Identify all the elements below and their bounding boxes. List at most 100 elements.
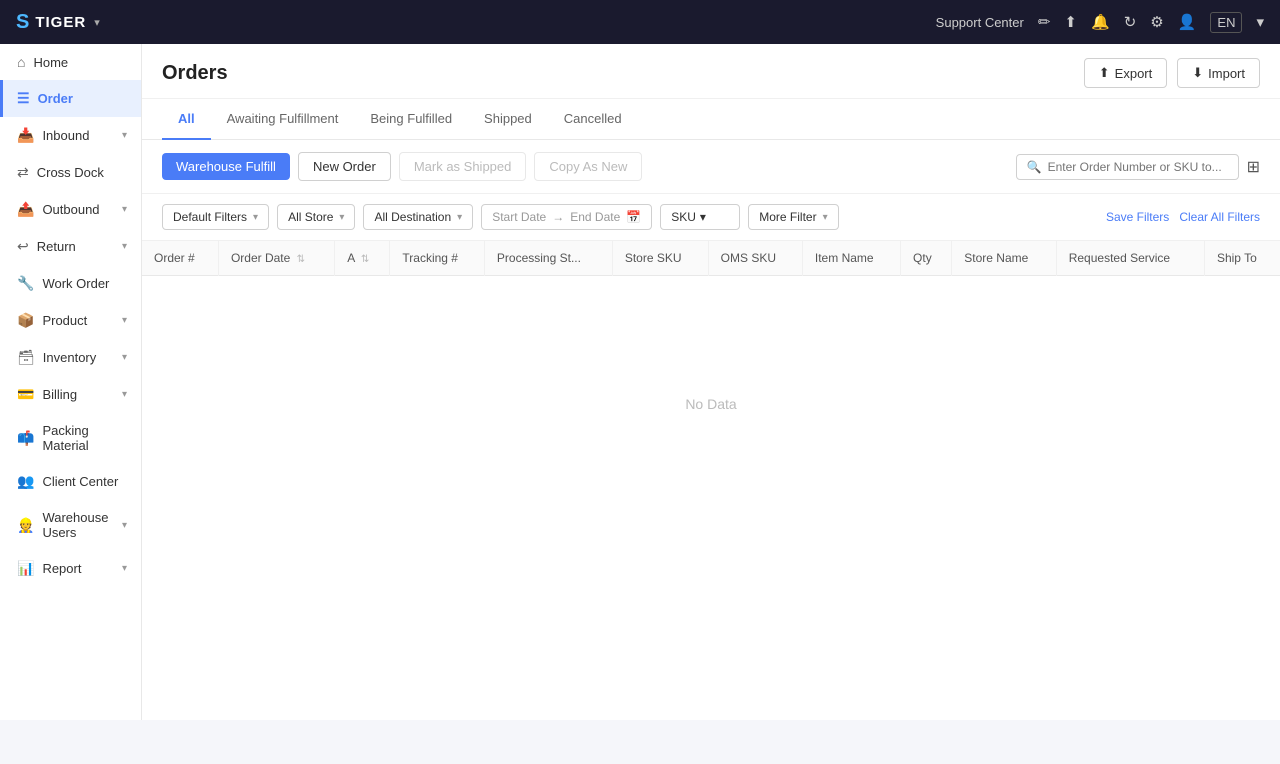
col-tracking: Tracking # [390, 241, 485, 276]
sidebar-item-inbound[interactable]: 📥 Inbound ▾ [0, 117, 141, 154]
col-qty: Qty [901, 241, 952, 276]
lang-chevron-icon[interactable]: ▾ [1256, 13, 1264, 31]
inventory-chevron-icon: ▾ [122, 352, 127, 363]
calendar-icon: 📅 [626, 210, 641, 224]
orders-table: Order # Order Date ⇅ A ⇅ Tracking # [142, 241, 1280, 532]
product-chevron-icon: ▾ [122, 315, 127, 326]
warehouse-fulfill-button[interactable]: Warehouse Fulfill [162, 153, 290, 180]
share-icon[interactable]: ⬆ [1064, 13, 1077, 31]
mark-as-shipped-button[interactable]: Mark as Shipped [399, 152, 527, 181]
more-filter-caret-icon: ▾ [823, 212, 828, 223]
sku-select[interactable]: SKU ▾ [660, 204, 740, 230]
order-search-box[interactable]: 🔍 [1016, 154, 1239, 180]
outbound-icon: 📤 [17, 201, 34, 218]
all-store-select[interactable]: All Store ▾ [277, 204, 355, 230]
sku-caret-icon: ▾ [700, 210, 706, 224]
tab-all[interactable]: All [162, 99, 211, 140]
tab-awaiting-fulfillment[interactable]: Awaiting Fulfillment [211, 99, 355, 140]
all-store-caret-icon: ▾ [339, 212, 344, 223]
col-requested-service: Requested Service [1056, 241, 1204, 276]
more-filter-select[interactable]: More Filter ▾ [748, 204, 838, 230]
header-actions: ⬆ Export ⬇ Import [1084, 58, 1260, 88]
date-range-picker[interactable]: Start Date → End Date 📅 [481, 204, 652, 230]
bell-icon[interactable]: 🔔 [1091, 13, 1110, 31]
sidebar-label-warehouse-users: Warehouse Users [42, 510, 122, 540]
sidebar-item-client-center[interactable]: 👥 Client Center [0, 463, 141, 500]
search-input[interactable] [1048, 160, 1228, 174]
order-icon: ☰ [17, 90, 30, 107]
sidebar-label-order: Order [38, 91, 73, 106]
tabs-bar: All Awaiting Fulfillment Being Fulfilled… [142, 99, 1280, 140]
sidebar-item-cross-dock[interactable]: ⇄ Cross Dock [0, 154, 141, 191]
search-icon: 🔍 [1027, 160, 1042, 174]
sidebar-item-product[interactable]: 📦 Product ▾ [0, 302, 141, 339]
sidebar-item-return[interactable]: ↩ Return ▾ [0, 228, 141, 265]
sidebar-item-billing[interactable]: 💳 Billing ▾ [0, 376, 141, 413]
toolbar-right: 🔍 ⊞ [1016, 154, 1260, 180]
app-name: TIGER [35, 14, 86, 31]
sidebar-label-report: Report [42, 561, 81, 576]
sidebar-item-warehouse-users[interactable]: 👷 Warehouse Users ▾ [0, 500, 141, 550]
tab-cancelled[interactable]: Cancelled [548, 99, 638, 140]
sidebar-item-report[interactable]: 📊 Report ▾ [0, 550, 141, 587]
warehouse-users-chevron-icon: ▾ [122, 520, 127, 531]
top-navigation: S TIGER ▾ Support Center ✏ ⬆ 🔔 ↻ ⚙ 👤 EN … [0, 0, 1280, 44]
work-order-icon: 🔧 [17, 275, 34, 292]
client-icon: 👥 [17, 473, 34, 490]
col-order-num: Order # [142, 241, 218, 276]
new-order-button[interactable]: New Order [298, 152, 391, 181]
home-icon: ⌂ [17, 54, 25, 70]
col-item-name: Item Name [802, 241, 900, 276]
sidebar-item-inventory[interactable]: 🗃 Inventory ▾ [0, 339, 141, 376]
sidebar-item-order[interactable]: ☰ Order [0, 80, 141, 117]
sidebar-item-outbound[interactable]: 📤 Outbound ▾ [0, 191, 141, 228]
import-button[interactable]: ⬇ Import [1177, 58, 1260, 88]
tab-being-fulfilled[interactable]: Being Fulfilled [354, 99, 468, 140]
settings-icon[interactable]: ⚙ [1150, 13, 1163, 31]
cross-dock-icon: ⇄ [17, 164, 29, 181]
all-destination-select[interactable]: All Destination ▾ [363, 204, 473, 230]
sidebar-label-return: Return [37, 239, 76, 254]
default-filters-caret-icon: ▾ [253, 212, 258, 223]
sidebar-label-inventory: Inventory [43, 350, 96, 365]
sidebar-label-cross-dock: Cross Dock [37, 165, 104, 180]
a-sort-icon: ⇅ [361, 254, 369, 265]
inventory-icon: 🗃 [17, 349, 35, 366]
default-filters-select[interactable]: Default Filters ▾ [162, 204, 269, 230]
col-store-sku: Store SKU [612, 241, 708, 276]
export-button[interactable]: ⬆ Export [1084, 58, 1167, 88]
app-name-caret-icon[interactable]: ▾ [94, 16, 100, 29]
logo-icon: S [16, 11, 29, 34]
sidebar-label-product: Product [42, 313, 87, 328]
sidebar-item-packing-material[interactable]: 📫 Packing Material [0, 413, 141, 463]
support-center-link[interactable]: Support Center [936, 15, 1024, 30]
clear-all-filters-link[interactable]: Clear All Filters [1179, 210, 1260, 224]
edit-icon[interactable]: ✏ [1038, 13, 1051, 31]
refresh-icon[interactable]: ↻ [1124, 13, 1137, 31]
return-chevron-icon: ▾ [122, 241, 127, 252]
language-selector[interactable]: EN [1210, 12, 1242, 33]
no-data-cell: No Data [142, 276, 1280, 533]
page-title: Orders [162, 62, 228, 85]
order-date-sort-icon: ⇅ [297, 254, 305, 265]
billing-chevron-icon: ▾ [122, 389, 127, 400]
tab-shipped[interactable]: Shipped [468, 99, 548, 140]
sidebar-label-client: Client Center [42, 474, 118, 489]
col-a[interactable]: A ⇅ [335, 241, 390, 276]
col-oms-sku: OMS SKU [708, 241, 802, 276]
sidebar-item-home[interactable]: ⌂ Home [0, 44, 141, 80]
save-filters-link[interactable]: Save Filters [1106, 210, 1169, 224]
copy-as-new-button[interactable]: Copy As New [534, 152, 642, 181]
page-header: Orders ⬆ Export ⬇ Import [142, 44, 1280, 99]
user-icon[interactable]: 👤 [1178, 13, 1197, 31]
filters-bar: Default Filters ▾ All Store ▾ All Destin… [142, 194, 1280, 241]
filter-actions: Save Filters Clear All Filters [1106, 210, 1260, 224]
topnav-right-area: Support Center ✏ ⬆ 🔔 ↻ ⚙ 👤 EN ▾ [936, 12, 1264, 33]
outbound-chevron-icon: ▾ [122, 204, 127, 215]
grid-view-icon[interactable]: ⊞ [1247, 157, 1260, 177]
all-destination-caret-icon: ▾ [457, 212, 462, 223]
packing-icon: 📫 [17, 430, 34, 447]
col-order-date[interactable]: Order Date ⇅ [218, 241, 334, 276]
sidebar-item-work-order[interactable]: 🔧 Work Order [0, 265, 141, 302]
return-icon: ↩ [17, 238, 29, 255]
